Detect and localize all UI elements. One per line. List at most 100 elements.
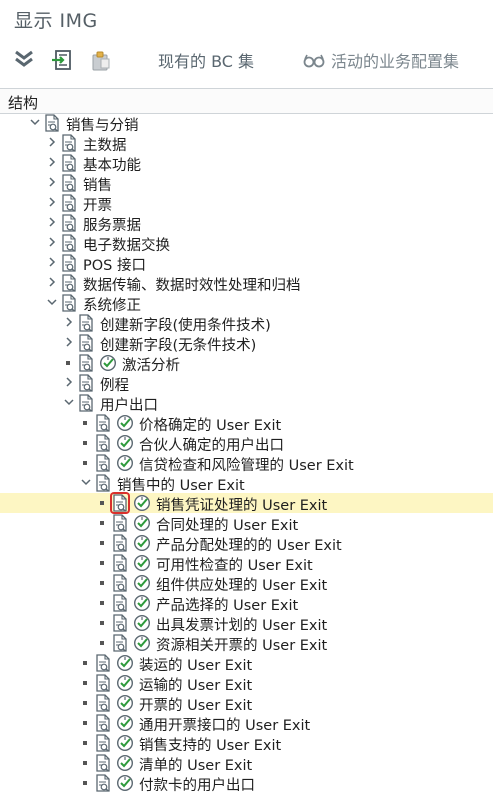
tree-row[interactable]: 销售凭证处理的 User Exit: [0, 492, 493, 515]
tree-row[interactable]: 付款卡的用户出口: [0, 773, 493, 795]
tree-row[interactable]: 装运的 User Exit: [0, 653, 493, 675]
tree-row[interactable]: 电子数据交换: [0, 233, 493, 255]
tree-row[interactable]: 产品分配处理的的 User Exit: [0, 533, 493, 555]
chevron-down-icon[interactable]: [64, 396, 74, 408]
execute-activity-icon[interactable]: [133, 534, 151, 552]
execute-activity-icon[interactable]: [133, 494, 151, 512]
tree-node-label[interactable]: 可用性检查的 User Exit: [156, 554, 313, 575]
tree-row[interactable]: 合伙人确定的用户出口: [0, 433, 493, 455]
clipboard-icon[interactable]: [88, 48, 112, 72]
tree-node-label[interactable]: 销售中的 User Exit: [117, 474, 245, 495]
execute-activity-icon[interactable]: [116, 754, 134, 772]
tree-row[interactable]: 销售支持的 User Exit: [0, 733, 493, 755]
chevron-down-icon[interactable]: [81, 476, 91, 488]
execute-activity-icon[interactable]: [133, 574, 151, 592]
tree-row[interactable]: 销售: [0, 173, 493, 195]
tree-row[interactable]: 信贷检查和风险管理的 User Exit: [0, 453, 493, 475]
current-bc-sets-button[interactable]: 现有的 BC 集: [158, 48, 254, 72]
tree-row[interactable]: 组件供应处理的 User Exit: [0, 573, 493, 595]
tree-row[interactable]: 系统修正: [0, 293, 493, 314]
tree-node-label[interactable]: 创建新字段(无条件技术): [100, 334, 256, 355]
tree-row[interactable]: POS 接口: [0, 253, 493, 275]
tree-node-label[interactable]: 合伙人确定的用户出口: [139, 434, 284, 455]
chevron-down-icon[interactable]: [47, 296, 57, 308]
export-icon[interactable]: [50, 48, 74, 72]
tree-node-label[interactable]: 清单的 User Exit: [139, 754, 252, 775]
execute-activity-icon[interactable]: [133, 554, 151, 572]
tree-node-label[interactable]: 信贷检查和风险管理的 User Exit: [139, 454, 354, 475]
tree-row[interactable]: 创建新字段(无条件技术): [0, 333, 493, 355]
execute-activity-icon[interactable]: [116, 414, 134, 432]
tree-node-label[interactable]: 资源相关开票的 User Exit: [156, 634, 327, 655]
tree-row[interactable]: 资源相关开票的 User Exit: [0, 633, 493, 655]
tree-node-label[interactable]: 主数据: [83, 134, 127, 155]
tree-row[interactable]: 例程: [0, 373, 493, 395]
tree-row[interactable]: 可用性检查的 User Exit: [0, 553, 493, 575]
chevron-right-icon[interactable]: [47, 276, 57, 288]
tree-node-label[interactable]: 运输的 User Exit: [139, 674, 252, 695]
tree-node-label[interactable]: 激活分析: [122, 354, 180, 375]
execute-activity-icon[interactable]: [116, 454, 134, 472]
chevron-right-icon[interactable]: [47, 156, 57, 168]
chevron-right-icon[interactable]: [47, 196, 57, 208]
execute-activity-icon[interactable]: [116, 434, 134, 452]
chevron-down-icon[interactable]: [30, 116, 40, 128]
chevron-right-icon[interactable]: [47, 136, 57, 148]
chevron-right-icon[interactable]: [47, 176, 57, 188]
chevron-right-icon[interactable]: [64, 316, 74, 328]
tree-node-label[interactable]: 例程: [100, 374, 129, 395]
chevron-right-icon[interactable]: [47, 216, 57, 228]
execute-activity-icon[interactable]: [133, 634, 151, 652]
tree-row[interactable]: 销售与分销: [0, 113, 493, 135]
chevron-right-icon[interactable]: [47, 256, 57, 268]
tree-node-label[interactable]: 组件供应处理的 User Exit: [156, 574, 327, 595]
tree-row[interactable]: 用户出口: [0, 393, 493, 414]
collapse-all-icon[interactable]: [12, 48, 36, 72]
tree-row[interactable]: 产品选择的 User Exit: [0, 593, 493, 615]
tree-row[interactable]: 销售中的 User Exit: [0, 473, 493, 495]
tree-row[interactable]: 服务票据: [0, 213, 493, 235]
tree-node-label[interactable]: 销售与分销: [66, 114, 139, 135]
tree-node-label[interactable]: 产品选择的 User Exit: [156, 594, 298, 615]
execute-activity-icon[interactable]: [133, 614, 151, 632]
execute-activity-icon[interactable]: [116, 674, 134, 692]
tree-node-label[interactable]: 开票的 User Exit: [139, 694, 252, 715]
execute-activity-icon[interactable]: [133, 594, 151, 612]
tree-node-label[interactable]: 基本功能: [83, 154, 141, 175]
tree-row[interactable]: 创建新字段(使用条件技术): [0, 313, 493, 335]
tree-node-label[interactable]: 装运的 User Exit: [139, 654, 252, 675]
chevron-right-icon[interactable]: [47, 236, 57, 248]
active-config-sets-button[interactable]: 活动的业务配置集: [331, 48, 459, 72]
tree-row[interactable]: 数据传输、数据时效性处理和归档: [0, 273, 493, 294]
tree-row[interactable]: 主数据: [0, 133, 493, 155]
tree-node-label[interactable]: 付款卡的用户出口: [139, 774, 255, 795]
execute-activity-icon[interactable]: [116, 734, 134, 752]
tree-node-label[interactable]: 合同处理的 User Exit: [156, 514, 298, 535]
tree-node-label[interactable]: 销售凭证处理的 User Exit: [156, 494, 327, 515]
tree-node-label[interactable]: 电子数据交换: [83, 234, 170, 255]
tree-row[interactable]: 开票: [0, 193, 493, 215]
tree-node-label[interactable]: 通用开票接口的 User Exit: [139, 714, 310, 735]
chevron-right-icon[interactable]: [64, 376, 74, 388]
tree-row[interactable]: 运输的 User Exit: [0, 673, 493, 695]
tree-node-label[interactable]: POS 接口: [83, 254, 146, 275]
tree-node-label[interactable]: 价格确定的 User Exit: [139, 414, 281, 435]
tree-row[interactable]: 开票的 User Exit: [0, 693, 493, 715]
tree-node-label[interactable]: 产品分配处理的的 User Exit: [156, 534, 342, 555]
tree-node-label[interactable]: 出具发票计划的 User Exit: [156, 614, 327, 635]
tree-node-label[interactable]: 服务票据: [83, 214, 141, 235]
tree-row[interactable]: 清单的 User Exit: [0, 753, 493, 775]
chevron-right-icon[interactable]: [64, 336, 74, 348]
execute-activity-icon[interactable]: [116, 654, 134, 672]
tree-row[interactable]: 出具发票计划的 User Exit: [0, 613, 493, 635]
tree-node-label[interactable]: 销售支持的 User Exit: [139, 734, 281, 755]
tree-node-label[interactable]: 开票: [83, 194, 112, 215]
tree-node-label[interactable]: 销售: [83, 174, 112, 195]
tree-row[interactable]: 激活分析: [0, 353, 493, 375]
tree-row[interactable]: 基本功能: [0, 153, 493, 175]
tree-row[interactable]: 价格确定的 User Exit: [0, 413, 493, 435]
tree-node-label[interactable]: 创建新字段(使用条件技术): [100, 314, 271, 335]
execute-activity-icon[interactable]: [116, 714, 134, 732]
tree-row[interactable]: 合同处理的 User Exit: [0, 513, 493, 535]
execute-activity-icon[interactable]: [116, 694, 134, 712]
